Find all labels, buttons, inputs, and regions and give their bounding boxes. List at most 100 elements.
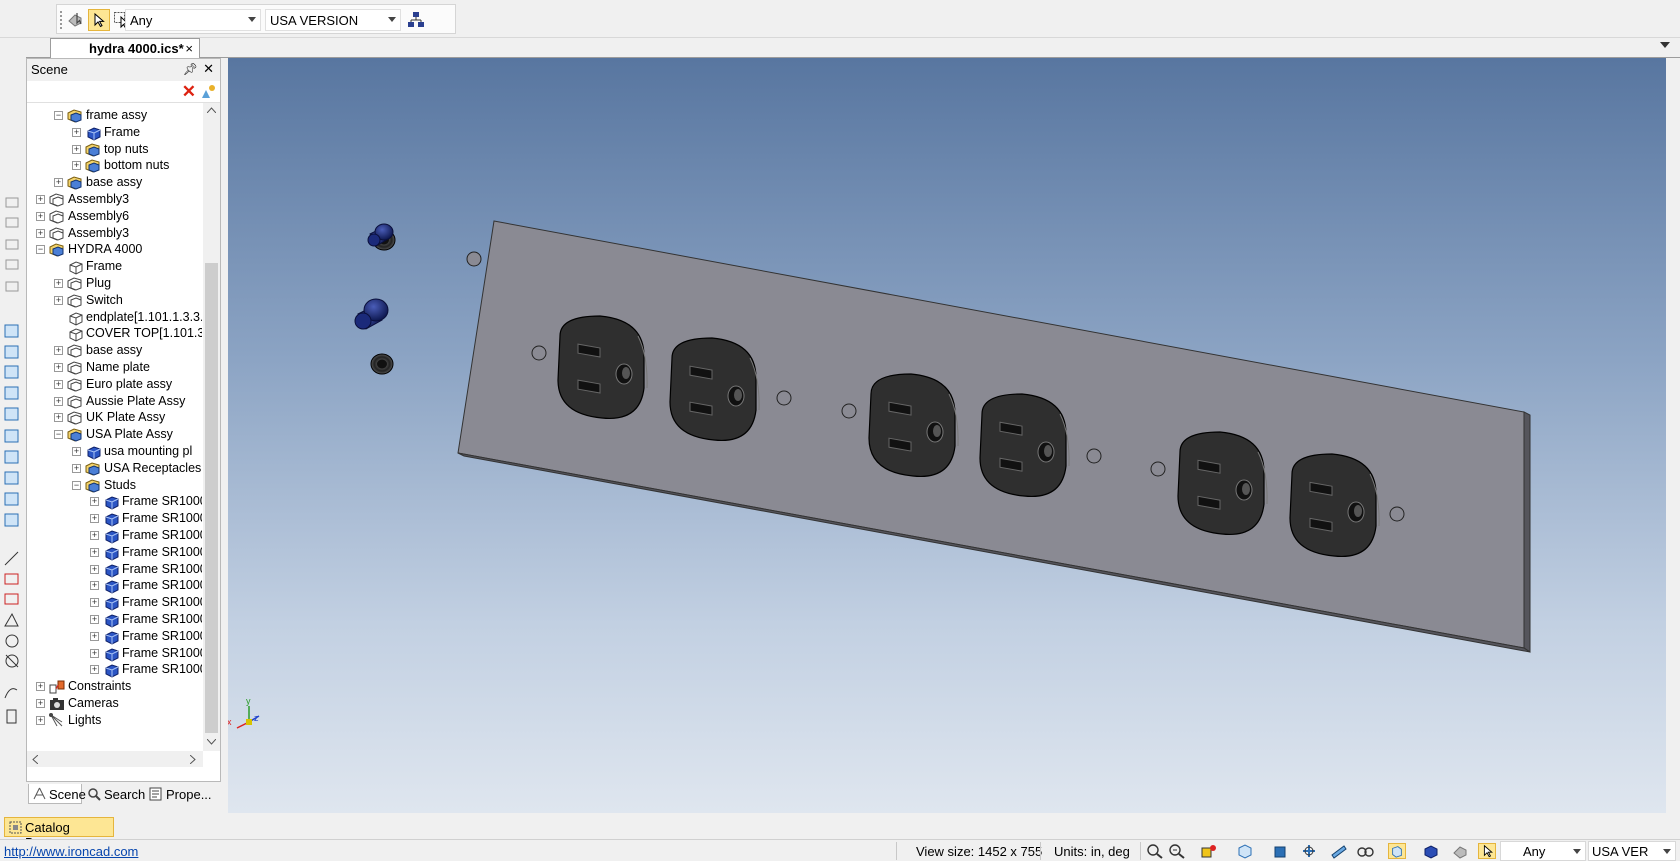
expand-icon[interactable]: +: [72, 144, 81, 154]
scroll-down-icon[interactable]: [207, 739, 216, 745]
expand-icon[interactable]: +: [90, 531, 99, 540]
receptacle[interactable]: [557, 315, 648, 420]
assembly-icon: [66, 107, 84, 124]
close-icon[interactable]: ×: [185, 41, 193, 56]
expand-icon[interactable]: +: [36, 699, 45, 708]
receptacle[interactable]: [979, 393, 1070, 498]
tree-options-icon[interactable]: [200, 84, 216, 100]
select-parts-icon[interactable]: [65, 9, 87, 31]
display-options-icon[interactable]: [1356, 843, 1374, 859]
scene-tree[interactable]: − frame assy + Frame + top nuts + bottom nuts + b…: [27, 103, 202, 751]
collapse-icon[interactable]: −: [36, 245, 45, 255]
zoom-window-icon[interactable]: [1168, 843, 1186, 859]
scene-tree-icon: [33, 787, 46, 800]
expand-icon[interactable]: +: [72, 161, 81, 171]
expand-icon[interactable]: +: [90, 615, 99, 624]
catalog-browser-button[interactable]: Catalog Browser: [4, 817, 114, 850]
expand-icon[interactable]: +: [90, 564, 99, 574]
tree-item-label: COVER TOP[1.101.3]: [86, 326, 202, 341]
3d-viewport[interactable]: y x z: [227, 58, 1680, 813]
collapse-icon[interactable]: −: [72, 480, 81, 490]
tree-item-label: base assy: [86, 343, 143, 358]
select-arrow-icon[interactable]: [1478, 843, 1496, 859]
expand-icon[interactable]: +: [90, 631, 99, 641]
expand-icon[interactable]: +: [36, 228, 45, 238]
view-cube-icon[interactable]: [1236, 843, 1254, 859]
zoom-icon[interactable]: [1146, 843, 1164, 859]
expand-icon[interactable]: +: [54, 295, 63, 305]
standard-views-icon[interactable]: [1272, 843, 1290, 859]
expand-icon[interactable]: +: [90, 648, 99, 658]
configuration-manager-icon[interactable]: [405, 9, 427, 31]
document-tab[interactable]: hydra 4000.ics* ×: [50, 38, 200, 59]
receptacle[interactable]: [1177, 431, 1268, 536]
configuration-combo[interactable]: USA VERSION: [265, 9, 401, 31]
select-arrow-icon[interactable]: [88, 9, 110, 31]
tab-overflow-chevron-icon[interactable]: [1660, 42, 1670, 48]
scene-tree-horizontal-scrollbar[interactable]: [27, 751, 203, 767]
tree-item-label: base assy: [86, 175, 143, 190]
stud-left-bottom[interactable]: [370, 353, 394, 375]
tab-search[interactable]: Search: [84, 784, 145, 804]
expand-icon[interactable]: +: [72, 447, 81, 456]
expand-icon[interactable]: +: [36, 211, 45, 221]
assembly-view-icon[interactable]: [1422, 843, 1440, 859]
scroll-up-icon[interactable]: [207, 107, 216, 113]
section-view-icon[interactable]: [1330, 843, 1348, 859]
axis-triad: y x z: [227, 696, 260, 729]
receptacle[interactable]: [669, 337, 760, 442]
expand-icon[interactable]: +: [36, 682, 45, 692]
render-mode-icon[interactable]: [1200, 843, 1218, 859]
collapse-icon[interactable]: −: [54, 430, 63, 440]
tree-item-label: Frame SR1000: [122, 528, 202, 542]
pin-icon[interactable]: 📌︎: [183, 62, 198, 76]
expand-icon[interactable]: +: [90, 497, 99, 507]
expand-icon[interactable]: +: [54, 413, 63, 423]
assembly-outline-icon: [66, 359, 84, 376]
scroll-left-icon[interactable]: [32, 755, 38, 764]
shaded-view-icon[interactable]: [1388, 843, 1406, 859]
expand-icon[interactable]: +: [72, 127, 81, 137]
tree-item-label: Frame SR1000: [122, 578, 202, 593]
close-icon[interactable]: ✕: [203, 61, 214, 77]
scrollbar-thumb[interactable]: [205, 263, 218, 733]
viewport-right-scrollbar[interactable]: [1666, 58, 1680, 813]
receptacle[interactable]: [1289, 453, 1380, 558]
receptacle[interactable]: [868, 373, 959, 478]
scene-tree-vertical-scrollbar[interactable]: [203, 103, 220, 751]
tool-strip-icons[interactable]: [0, 190, 24, 780]
expand-icon[interactable]: +: [36, 715, 45, 725]
expand-icon[interactable]: +: [54, 178, 63, 188]
expand-icon[interactable]: +: [54, 279, 63, 288]
expand-icon[interactable]: +: [90, 514, 99, 524]
website-link[interactable]: http://www.ironcad.com: [4, 844, 138, 859]
expand-icon[interactable]: +: [72, 463, 81, 473]
status-filter-combo[interactable]: Any: [1500, 841, 1586, 861]
expand-icon[interactable]: +: [90, 598, 99, 608]
expand-icon[interactable]: +: [54, 379, 63, 389]
constraints-icon: [48, 678, 66, 695]
tree-item-label: HYDRA 4000: [68, 242, 143, 257]
scene-render[interactable]: y x z: [227, 58, 1680, 813]
collapse-icon[interactable]: −: [54, 111, 63, 120]
scene-filter-bar[interactable]: ✕: [27, 81, 220, 103]
orbit-icon[interactable]: [1300, 843, 1318, 859]
expand-icon[interactable]: +: [54, 346, 63, 356]
tab-properties[interactable]: Prope...: [146, 784, 220, 804]
expand-icon[interactable]: +: [54, 396, 63, 406]
clear-filter-icon[interactable]: ✕: [182, 82, 196, 102]
expand-icon[interactable]: +: [90, 581, 99, 591]
stud-pin-bottom[interactable]: [354, 298, 389, 330]
scroll-right-icon[interactable]: [190, 755, 196, 764]
selection-filter-combo[interactable]: Any: [125, 9, 261, 31]
tree-item-label: Lights: [68, 712, 102, 727]
tab-scene[interactable]: Scene: [28, 784, 86, 804]
toolbar-grip[interactable]: [60, 11, 63, 29]
expand-icon[interactable]: +: [90, 665, 99, 675]
select-parts-icon[interactable]: [1452, 843, 1470, 859]
expand-icon[interactable]: +: [54, 363, 63, 372]
expand-icon[interactable]: +: [36, 195, 45, 204]
status-config-combo[interactable]: USA VER: [1588, 841, 1676, 861]
view-size-readout: View size: 1452 x 755: [916, 844, 1043, 859]
expand-icon[interactable]: +: [90, 547, 99, 557]
